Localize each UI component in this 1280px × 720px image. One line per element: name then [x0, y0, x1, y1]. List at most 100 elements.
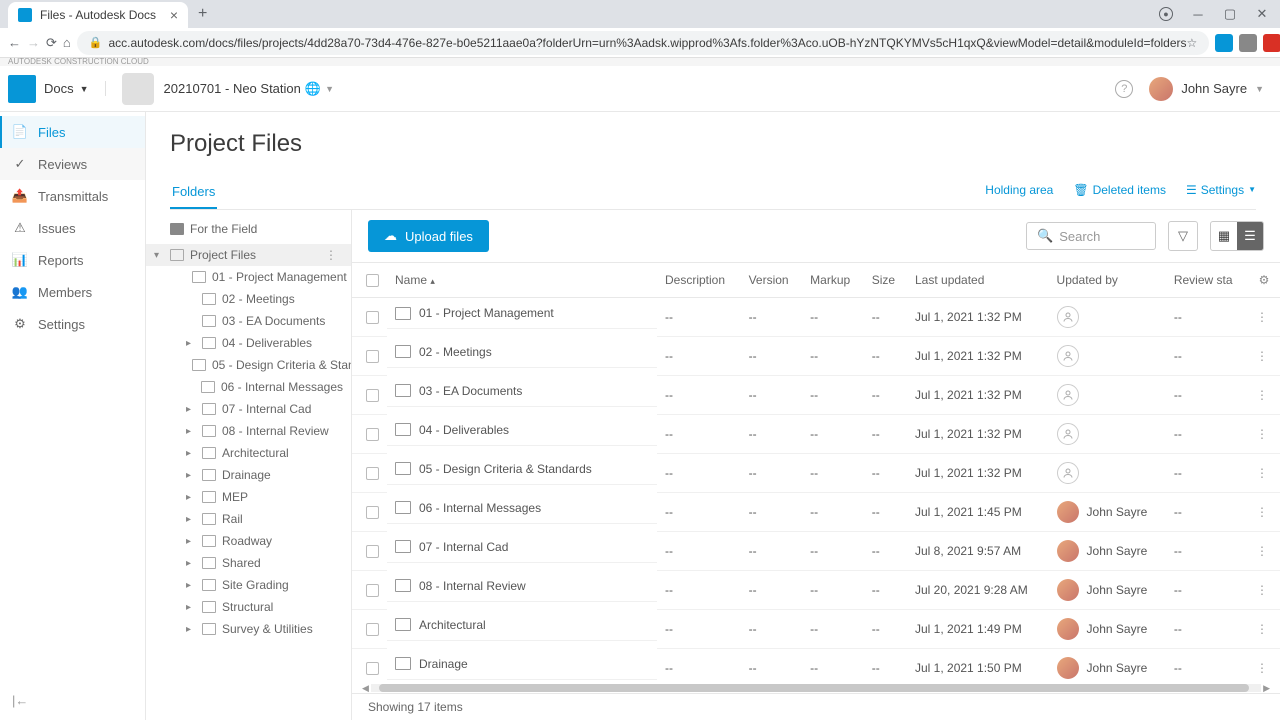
tree-item[interactable]: ▸08 - Internal Review — [146, 420, 351, 442]
tab-folders[interactable]: Folders — [170, 176, 217, 209]
account-icon[interactable]: ● — [1152, 4, 1180, 24]
chevron-right-icon[interactable]: ▸ — [186, 448, 196, 459]
chevron-right-icon[interactable]: ▸ — [186, 470, 196, 481]
deleted-items-link[interactable]: 🗑Deleted items — [1073, 183, 1166, 197]
table-row[interactable]: 07 - Internal Cad -- -- -- -- Jul 8, 202… — [352, 532, 1280, 571]
tree-item[interactable]: ▸Architectural — [146, 442, 351, 464]
ext-icon[interactable] — [1215, 34, 1233, 52]
tree-item[interactable]: ▸07 - Internal Cad — [146, 398, 351, 420]
row-checkbox[interactable] — [366, 467, 379, 480]
chevron-right-icon[interactable]: ▸ — [186, 580, 196, 591]
upload-files-button[interactable]: ☁ Upload files — [368, 220, 489, 252]
table-row[interactable]: 02 - Meetings -- -- -- -- Jul 1, 2021 1:… — [352, 337, 1280, 376]
row-checkbox[interactable] — [366, 545, 379, 558]
table-row[interactable]: 05 - Design Criteria & Standards -- -- -… — [352, 454, 1280, 493]
row-more-icon[interactable]: ⋮ — [1248, 376, 1280, 415]
chevron-right-icon[interactable]: ▸ — [186, 426, 196, 437]
table-row[interactable]: 04 - Deliverables -- -- -- -- Jul 1, 202… — [352, 415, 1280, 454]
tree-item[interactable]: 06 - Internal Messages — [146, 376, 351, 398]
tree-item-project-files[interactable]: ▾ Project Files ⋮ — [146, 244, 351, 266]
row-checkbox[interactable] — [366, 506, 379, 519]
chevron-down-icon[interactable]: ▼ — [325, 84, 334, 94]
row-more-icon[interactable]: ⋮ — [1248, 415, 1280, 454]
search-input[interactable]: 🔍 Search — [1026, 222, 1156, 250]
tree-item[interactable]: 03 - EA Documents — [146, 310, 351, 332]
nav-item-settings[interactable]: ⚙Settings — [0, 308, 145, 340]
url-input[interactable]: 🔒 acc.autodesk.com/docs/files/projects/4… — [77, 31, 1210, 55]
forward-icon[interactable]: → — [27, 32, 40, 54]
tree-item[interactable]: 01 - Project Management — [146, 266, 351, 288]
star-icon[interactable]: ☆ — [1187, 36, 1198, 50]
ext-icon[interactable] — [1239, 34, 1257, 52]
tree-item[interactable]: ▸Structural — [146, 596, 351, 618]
nav-item-transmittals[interactable]: 📤Transmittals — [0, 180, 145, 212]
tree-item[interactable]: ▸Shared — [146, 552, 351, 574]
chevron-right-icon[interactable]: ▸ — [186, 492, 196, 503]
table-row[interactable]: Drainage -- -- -- -- Jul 1, 2021 1:50 PM… — [352, 649, 1280, 684]
minimize-icon[interactable]: ─ — [1184, 4, 1212, 24]
tree-item[interactable]: ▸Survey & Utilities — [146, 618, 351, 640]
filter-button[interactable]: ▽ — [1168, 221, 1198, 251]
row-checkbox[interactable] — [366, 389, 379, 402]
reload-icon[interactable]: ⟳ — [46, 32, 57, 54]
collapse-sidebar-icon[interactable]: |← — [12, 693, 28, 708]
row-checkbox[interactable] — [366, 428, 379, 441]
table-row[interactable]: 06 - Internal Messages -- -- -- -- Jul 1… — [352, 493, 1280, 532]
browser-tab[interactable]: Files - Autodesk Docs × — [8, 2, 188, 28]
select-all-checkbox[interactable] — [366, 274, 379, 287]
table-row[interactable]: 01 - Project Management -- -- -- -- Jul … — [352, 298, 1280, 337]
table-row[interactable]: 03 - EA Documents -- -- -- -- Jul 1, 202… — [352, 376, 1280, 415]
chevron-right-icon[interactable]: ▸ — [186, 558, 196, 569]
column-header[interactable]: Markup — [802, 263, 864, 298]
column-header[interactable]: Version — [741, 263, 803, 298]
table-row[interactable]: 08 - Internal Review -- -- -- -- Jul 20,… — [352, 571, 1280, 610]
nav-item-reports[interactable]: 📊Reports — [0, 244, 145, 276]
row-checkbox[interactable] — [366, 623, 379, 636]
holding-area-link[interactable]: Holding area — [985, 183, 1053, 197]
column-settings-icon[interactable]: ⚙ — [1248, 263, 1280, 298]
globe-icon[interactable]: 🌐 — [305, 81, 321, 97]
tree-item[interactable]: ▸Site Grading — [146, 574, 351, 596]
close-tab-icon[interactable]: × — [170, 7, 178, 23]
list-view-button[interactable]: ☰ — [1237, 222, 1263, 250]
chevron-right-icon[interactable]: ▸ — [186, 404, 196, 415]
app-logo-icon[interactable] — [8, 75, 36, 103]
settings-link[interactable]: ☰Settings▼ — [1186, 183, 1256, 197]
row-more-icon[interactable]: ⋮ — [1248, 610, 1280, 649]
ext-icon[interactable] — [1263, 34, 1280, 52]
row-more-icon[interactable]: ⋮ — [1248, 298, 1280, 337]
row-more-icon[interactable]: ⋮ — [1248, 337, 1280, 376]
nav-item-members[interactable]: 👥Members — [0, 276, 145, 308]
row-checkbox[interactable] — [366, 584, 379, 597]
docs-selector[interactable]: Docs ▼ — [44, 81, 106, 96]
user-menu[interactable]: John Sayre ▼ — [1149, 77, 1264, 101]
tree-item[interactable]: ▸Rail — [146, 508, 351, 530]
nav-item-reviews[interactable]: ✓Reviews — [0, 148, 145, 180]
tree-item[interactable]: ▸Roadway — [146, 530, 351, 552]
row-more-icon[interactable]: ⋮ — [1248, 649, 1280, 684]
close-window-icon[interactable]: ✕ — [1248, 4, 1276, 24]
chevron-right-icon[interactable]: ▸ — [186, 602, 196, 613]
chevron-right-icon[interactable]: ▸ — [186, 338, 196, 349]
row-checkbox[interactable] — [366, 350, 379, 363]
tree-item-for-the-field[interactable]: For the Field — [146, 218, 351, 240]
help-icon[interactable]: ? — [1115, 80, 1133, 98]
row-more-icon[interactable]: ⋮ — [1248, 532, 1280, 571]
more-icon[interactable]: ⋮ — [325, 248, 343, 262]
column-header[interactable]: Review sta — [1166, 263, 1248, 298]
tree-item[interactable]: ▸Drainage — [146, 464, 351, 486]
row-more-icon[interactable]: ⋮ — [1248, 493, 1280, 532]
row-more-icon[interactable]: ⋮ — [1248, 571, 1280, 610]
tree-item[interactable]: ▸MEP — [146, 486, 351, 508]
maximize-icon[interactable]: ▢ — [1216, 4, 1244, 24]
chevron-down-icon[interactable]: ▾ — [154, 250, 164, 261]
row-checkbox[interactable] — [366, 311, 379, 324]
chevron-right-icon[interactable]: ▸ — [186, 624, 196, 635]
column-header[interactable]: Size — [864, 263, 907, 298]
grid-view-button[interactable]: ▦ — [1211, 222, 1237, 250]
back-icon[interactable]: ← — [8, 32, 21, 54]
column-header[interactable]: Description — [657, 263, 741, 298]
chevron-right-icon[interactable]: ▸ — [186, 514, 196, 525]
row-more-icon[interactable]: ⋮ — [1248, 454, 1280, 493]
nav-item-files[interactable]: 📄Files — [0, 116, 145, 148]
